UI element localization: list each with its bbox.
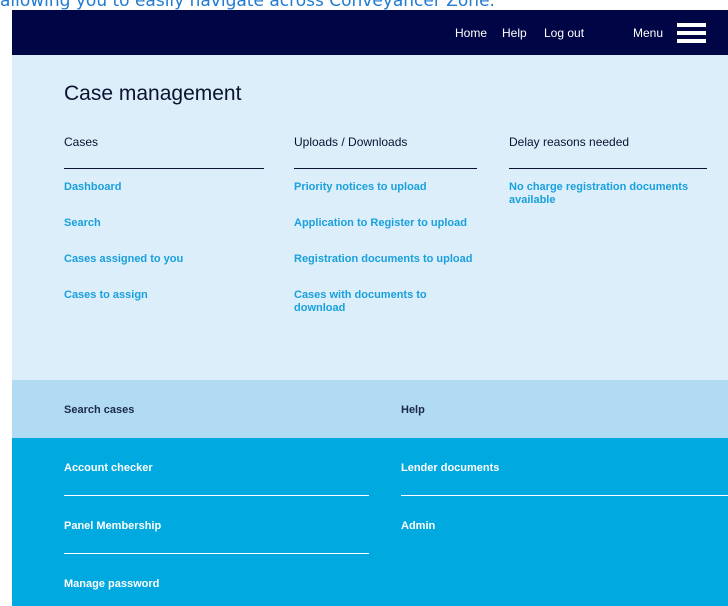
page-title: Case management xyxy=(64,82,242,105)
divider xyxy=(64,495,369,496)
panel-membership-link[interactable]: Panel Membership xyxy=(64,520,161,533)
top-navigation-bar: Home Help Log out Menu xyxy=(12,10,728,55)
priority-notices-link[interactable]: Priority notices to upload xyxy=(294,181,477,194)
uploads-downloads-column: Uploads / Downloads Priority notices to … xyxy=(294,131,477,315)
help-link[interactable]: Help xyxy=(502,26,527,40)
secondary-nav-band: Search cases Help xyxy=(12,380,728,438)
divider xyxy=(64,553,369,554)
no-charge-registration-link[interactable]: No charge registration documents availab… xyxy=(509,181,707,207)
manage-password-link[interactable]: Manage password xyxy=(64,578,159,591)
dashboard-link[interactable]: Dashboard xyxy=(64,181,264,194)
cases-assigned-link[interactable]: Cases assigned to you xyxy=(64,253,264,266)
cases-with-documents-link[interactable]: Cases with documents to download xyxy=(294,289,477,315)
logout-link[interactable]: Log out xyxy=(544,26,584,40)
admin-link[interactable]: Admin xyxy=(401,520,435,533)
column-heading-cases: Cases xyxy=(64,131,264,169)
footer-nav-band: Account checker Lender documents Panel M… xyxy=(12,438,728,606)
case-management-panel: Case management Cases Dashboard Search C… xyxy=(12,55,728,380)
help-secondary-link[interactable]: Help xyxy=(401,404,425,417)
menu-label[interactable]: Menu xyxy=(633,26,663,40)
search-link[interactable]: Search xyxy=(64,217,264,230)
column-heading-uploads: Uploads / Downloads xyxy=(294,131,477,169)
cases-column: Cases Dashboard Search Cases assigned to… xyxy=(64,131,264,302)
account-checker-link[interactable]: Account checker xyxy=(64,462,153,475)
registration-documents-link[interactable]: Registration documents to upload xyxy=(294,253,477,266)
delay-reasons-column: Delay reasons needed No charge registrat… xyxy=(509,131,707,207)
lender-documents-link[interactable]: Lender documents xyxy=(401,462,499,475)
column-heading-delay-reasons: Delay reasons needed xyxy=(509,131,707,169)
intro-caption: allowing you to easily navigate across C… xyxy=(0,0,495,10)
search-cases-link[interactable]: Search cases xyxy=(64,404,134,417)
cases-to-assign-link[interactable]: Cases to assign xyxy=(64,289,264,302)
home-link[interactable]: Home xyxy=(455,26,487,40)
application-to-register-link[interactable]: Application to Register to upload xyxy=(294,217,477,230)
divider xyxy=(401,495,728,496)
hamburger-menu-icon[interactable] xyxy=(677,23,706,43)
